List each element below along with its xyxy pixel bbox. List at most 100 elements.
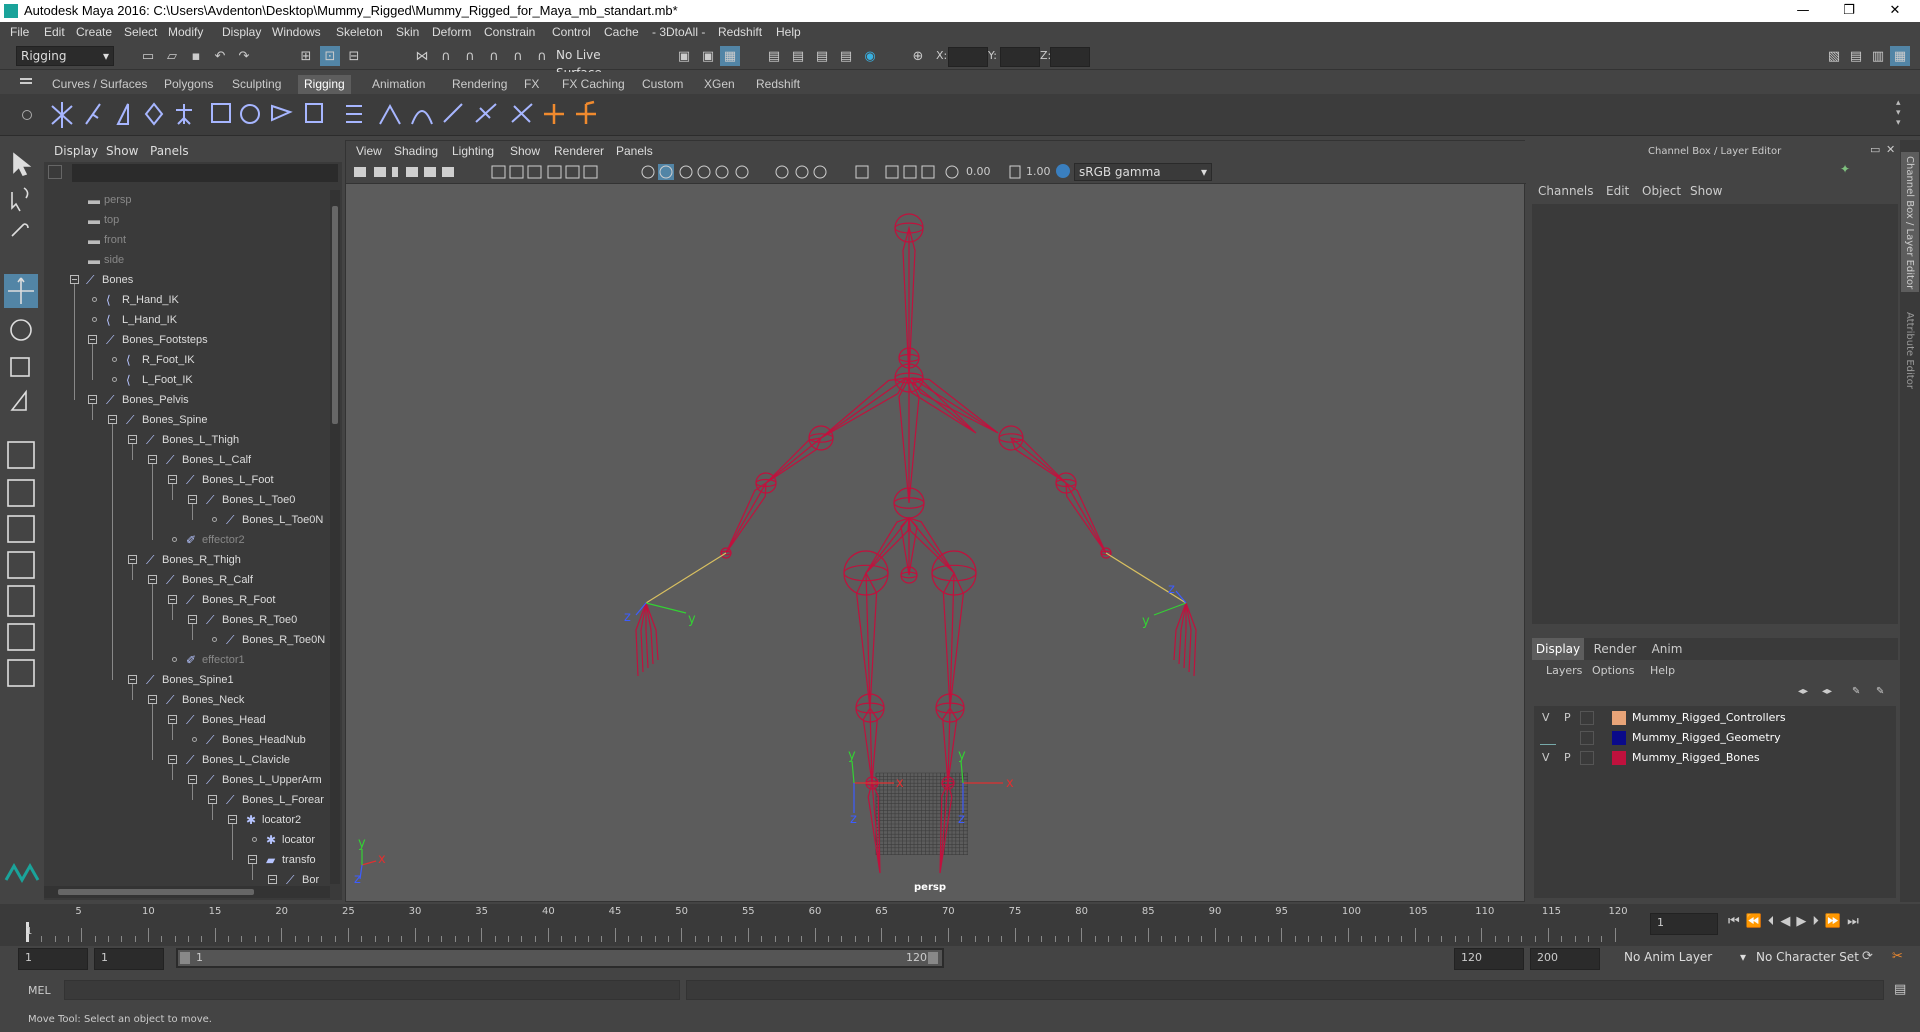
outliner-row[interactable]: ▰ transfo bbox=[44, 850, 330, 870]
menu-modify[interactable]: Modify bbox=[168, 25, 203, 39]
outliner-row[interactable]: ⟋ Bones_L_Foot bbox=[44, 470, 330, 490]
outliner-row[interactable]: ⟋ Bones_L_UpperArm bbox=[44, 770, 330, 790]
step-forward-key-icon[interactable]: ⏩ bbox=[1825, 914, 1847, 929]
edit-menu[interactable]: Edit bbox=[1606, 184, 1629, 198]
layer-visibility-toggle[interactable]: V bbox=[1542, 711, 1550, 724]
snap-curve-icon[interactable]: ∩ bbox=[436, 46, 456, 66]
tab-render[interactable]: Render bbox=[1590, 638, 1640, 660]
outliner-row[interactable]: ⟋ Bones_L_Thigh bbox=[44, 430, 330, 450]
expand-collapse-icon[interactable] bbox=[128, 435, 137, 444]
outliner-row[interactable]: ▬ front bbox=[44, 230, 330, 250]
expand-collapse-icon[interactable] bbox=[128, 555, 137, 564]
outliner-row[interactable]: ⟋ Bones_R_Toe0N bbox=[44, 630, 330, 650]
layer-type-toggle[interactable] bbox=[1580, 731, 1594, 745]
outliner-row[interactable]: ✱ locator2 bbox=[44, 810, 330, 830]
modeling-toolkit-icon[interactable]: ▧ bbox=[1824, 46, 1844, 66]
move-layer-down-icon[interactable]: ◂▸ bbox=[1822, 686, 1832, 697]
render-frame-icon[interactable]: ▤ bbox=[788, 46, 808, 66]
layer-row-controllers[interactable]: V P Mummy_Rigged_Controllers bbox=[1534, 708, 1896, 728]
outliner-row[interactable]: ✱ locator bbox=[44, 830, 330, 850]
menu-deform[interactable]: Deform bbox=[432, 25, 471, 39]
key-icon[interactable]: ✦ bbox=[1840, 162, 1850, 176]
perspective-viewport[interactable]: View Shading Lighting Show Renderer Pane… bbox=[345, 140, 1526, 902]
shelf-tab-redshift[interactable]: Redshift bbox=[750, 75, 806, 94]
expand-collapse-icon[interactable] bbox=[168, 595, 177, 604]
transform-mode-icon[interactable]: ⊕ bbox=[908, 46, 928, 66]
expand-collapse-icon[interactable] bbox=[248, 855, 257, 864]
play-forward-icon[interactable]: ▶ bbox=[1796, 914, 1812, 929]
menu-select[interactable]: Select bbox=[124, 25, 157, 39]
thigh-root-bone[interactable] bbox=[908, 517, 955, 574]
outliner-row[interactable]: ⟋ Bones_L_Toe0 bbox=[44, 490, 330, 510]
time-slider[interactable]: 5 10 15 20 25 30 35 40 45 50 55 60 65 70 75 80 85 90 95 100… bbox=[0, 904, 1920, 946]
shelf-tab-fx[interactable]: FX bbox=[518, 75, 545, 94]
expand-collapse-icon[interactable] bbox=[168, 755, 177, 764]
r-upperarm-bone[interactable] bbox=[1010, 437, 1067, 484]
expand-collapse-icon[interactable] bbox=[128, 675, 137, 684]
new-scene-icon[interactable]: ▭ bbox=[138, 46, 158, 66]
input-ops-icon[interactable]: ▣ bbox=[674, 46, 694, 66]
shelf-options-icon[interactable] bbox=[22, 110, 32, 120]
exposure-value[interactable]: 0.00 bbox=[966, 165, 991, 178]
outliner-row[interactable]: ⟋ Bones_R_Thigh bbox=[44, 550, 330, 570]
step-back-key-icon[interactable]: ⏪ bbox=[1746, 914, 1768, 929]
menuset-dropdown[interactable]: Rigging ▾ bbox=[16, 46, 114, 66]
outliner-scrollbar[interactable] bbox=[330, 190, 340, 884]
render-settings-icon[interactable]: ▤ bbox=[836, 46, 856, 66]
shelf-tab-rigging[interactable]: Rigging bbox=[298, 75, 351, 94]
minimize-button[interactable]: — bbox=[1780, 0, 1826, 22]
shelf-tab-custom[interactable]: Custom bbox=[636, 75, 689, 94]
range-slider[interactable]: 1 120 bbox=[176, 948, 944, 968]
range-start-grip[interactable] bbox=[180, 952, 190, 964]
live-surface-field[interactable]: No Live Surface bbox=[552, 46, 648, 80]
step-back-frame-icon[interactable]: ⏴ bbox=[1768, 914, 1781, 929]
outliner-row[interactable]: ⟨ L_Hand_IK bbox=[44, 310, 330, 330]
snap-point-icon[interactable]: ∩ bbox=[460, 46, 480, 66]
shelf-tab-animation[interactable]: Animation bbox=[366, 75, 431, 94]
outliner-filter-icon[interactable] bbox=[48, 165, 62, 179]
r-forearm-bone[interactable] bbox=[1065, 481, 1107, 554]
outliner-menu-display[interactable]: Display bbox=[54, 144, 98, 158]
range-slider-handle[interactable] bbox=[178, 950, 942, 966]
spine-bone[interactable] bbox=[898, 376, 920, 504]
shelf-scroll-icon[interactable]: ▴ ▾ ▾ bbox=[1896, 98, 1901, 128]
shelf-tab-fx-caching[interactable]: FX Caching bbox=[556, 75, 631, 94]
outliner-row[interactable]: ⟋ Bones_Spine1 bbox=[44, 670, 330, 690]
layer-color-swatch[interactable] bbox=[1612, 731, 1626, 745]
lasso-tool[interactable] bbox=[0, 180, 42, 216]
outliner-row[interactable]: ⟋ Bones_L_Forear bbox=[44, 790, 330, 810]
outliner-row[interactable]: ⟨ R_Foot_IK bbox=[44, 350, 330, 370]
menu-control[interactable]: Control bbox=[552, 25, 591, 39]
menu-constrain[interactable]: Constrain bbox=[484, 25, 535, 39]
outliner-row[interactable]: ⟋ Bones bbox=[44, 270, 330, 290]
maximize-button[interactable]: ❐ bbox=[1826, 0, 1872, 22]
menu-skeleton[interactable]: Skeleton bbox=[336, 25, 383, 39]
snap-surface-icon[interactable]: ∩ bbox=[508, 46, 528, 66]
menu-windows[interactable]: Windows bbox=[272, 25, 321, 39]
outliner-hscrollbar[interactable] bbox=[44, 886, 330, 898]
outliner-menu-show[interactable]: Show bbox=[106, 144, 138, 158]
menu-display[interactable]: Display bbox=[222, 25, 261, 39]
expand-collapse-icon[interactable] bbox=[108, 415, 117, 424]
outliner-row[interactable]: ⟋ Bones_Spine bbox=[44, 410, 330, 430]
outliner-row[interactable]: ⟋ Bones_Neck bbox=[44, 690, 330, 710]
object-menu[interactable]: Object bbox=[1642, 184, 1681, 198]
expand-collapse-icon[interactable] bbox=[228, 815, 237, 824]
outliner-search-input[interactable] bbox=[72, 164, 338, 182]
command-input[interactable] bbox=[64, 980, 680, 1000]
outliner-row[interactable]: ▬ persp bbox=[44, 190, 330, 210]
range-end-grip[interactable] bbox=[928, 952, 938, 964]
channels-menu[interactable]: Channels bbox=[1538, 184, 1594, 198]
shelf-menu-icon[interactable] bbox=[20, 78, 32, 80]
end-time-field[interactable]: 200 bbox=[1530, 948, 1600, 970]
select-object-icon[interactable]: ⊡ bbox=[320, 46, 340, 66]
viewport-menu-lighting[interactable]: Lighting bbox=[452, 144, 494, 158]
layer-color-swatch[interactable] bbox=[1612, 751, 1626, 765]
menu-file[interactable]: File bbox=[10, 25, 29, 39]
outliner-row[interactable]: ⟋ Bones_R_Toe0 bbox=[44, 610, 330, 630]
outliner-row[interactable]: ⟨ L_Foot_IK bbox=[44, 370, 330, 390]
move-layer-up-icon[interactable]: ◂▸ bbox=[1798, 686, 1808, 697]
snap-view-icon[interactable]: ∩ bbox=[484, 46, 504, 66]
tab-anim[interactable]: Anim bbox=[1644, 638, 1690, 660]
layer-name[interactable]: Mummy_Rigged_Bones bbox=[1632, 751, 1760, 764]
